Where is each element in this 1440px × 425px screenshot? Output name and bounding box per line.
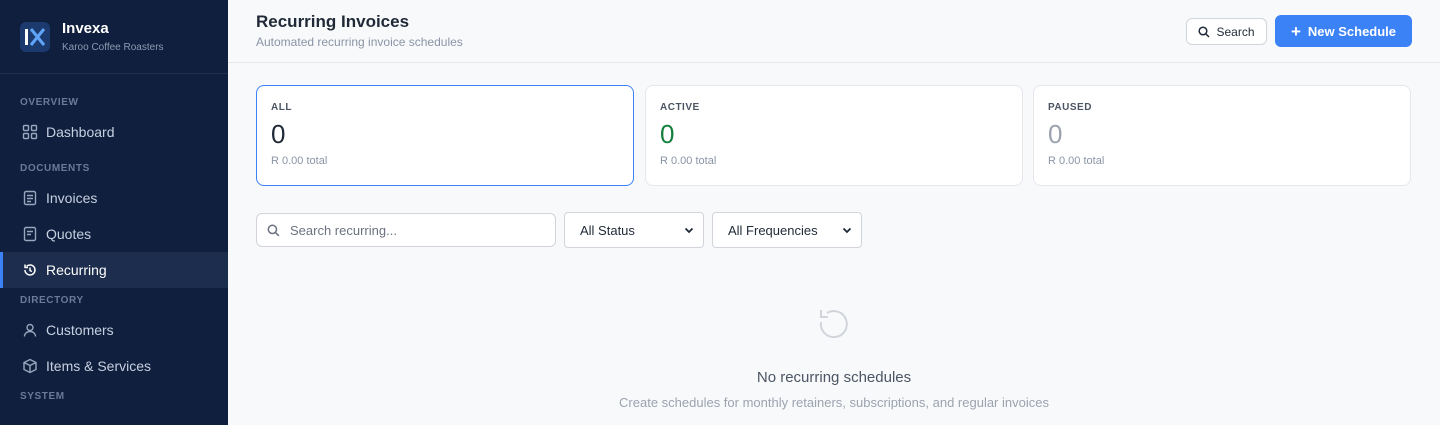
stat-label: ALL: [271, 102, 292, 113]
sidebar-item-label: Recurring: [46, 262, 107, 278]
sidebar-item-label: Dashboard: [46, 124, 115, 140]
sidebar-item-quotes[interactable]: Quotes: [0, 216, 228, 252]
quote-icon: [22, 226, 38, 242]
page-subtitle: Automated recurring invoice schedules: [256, 35, 463, 49]
stat-value: 0: [1048, 119, 1063, 149]
stat-card-all[interactable]: ALL 0 R 0.00 total: [256, 85, 634, 186]
empty-state-title: No recurring schedules: [756, 369, 912, 386]
brand[interactable]: Invexa Karoo Coffee Roasters: [0, 0, 228, 74]
document-icon: [22, 190, 38, 206]
company-name: Karoo Coffee Roasters: [62, 42, 164, 53]
chevron-down-icon: [683, 224, 695, 236]
new-schedule-label: New Schedule: [1307, 23, 1397, 39]
nav-section-directory: DIRECTORY: [20, 294, 84, 306]
sidebar-item-label: Quotes: [46, 226, 92, 242]
sidebar-item-dashboard[interactable]: Dashboard: [0, 114, 228, 150]
stat-label: ACTIVE: [660, 102, 700, 113]
sidebar-item-items-services[interactable]: Items & Services: [0, 348, 228, 384]
sidebar-item-customers[interactable]: Customers: [0, 312, 228, 348]
plus-icon: +: [1290, 21, 1301, 41]
stat-card-paused[interactable]: PAUSED 0 R 0.00 total: [1033, 85, 1411, 186]
nav-section-system: SYSTEM: [20, 390, 65, 402]
stat-total: R 0.00 total: [660, 155, 717, 167]
page-header: Recurring Invoices Automated recurring i…: [228, 0, 1440, 63]
search-icon: [267, 224, 280, 237]
empty-state: No recurring schedules Create schedules …: [228, 300, 1440, 410]
recurring-search-field[interactable]: [256, 213, 556, 247]
nav-section-overview: OVERVIEW: [20, 96, 79, 108]
stat-total: R 0.00 total: [271, 155, 328, 167]
recurring-search-input[interactable]: [290, 222, 540, 238]
box-icon: [22, 358, 38, 374]
user-icon: [22, 322, 38, 338]
frequency-filter-value: All Frequencies: [728, 222, 818, 238]
invexa-logo-icon: [20, 21, 50, 52]
chevron-down-icon: [841, 224, 853, 236]
refresh-icon: [228, 300, 1440, 350]
frequency-filter-select[interactable]: All Frequencies: [712, 212, 862, 248]
sidebar-item-invoices[interactable]: Invoices: [0, 180, 228, 216]
search-button[interactable]: Search: [1186, 18, 1267, 45]
sidebar-item-label: Customers: [46, 322, 114, 338]
sidebar-item-label: Invoices: [46, 190, 98, 206]
status-filter-select[interactable]: All Status: [564, 212, 704, 248]
stat-value: 0: [660, 119, 675, 149]
stat-value: 0: [271, 119, 286, 149]
sidebar-item-label: Items & Services: [46, 358, 152, 374]
stat-card-active[interactable]: ACTIVE 0 R 0.00 total: [645, 85, 1023, 186]
refresh-icon: [22, 262, 38, 278]
sidebar: Invexa Karoo Coffee Roasters OVERVIEW Da…: [0, 0, 228, 425]
stat-label: PAUSED: [1048, 102, 1092, 113]
grid-icon: [22, 124, 38, 140]
status-filter-value: All Status: [580, 222, 635, 238]
brand-name: Invexa: [62, 20, 109, 37]
page-title: Recurring Invoices: [256, 12, 410, 31]
sidebar-item-recurring[interactable]: Recurring: [0, 252, 228, 288]
empty-state-subtitle: Create schedules for monthly retainers, …: [619, 395, 1049, 410]
search-button-label: Search: [1216, 24, 1255, 39]
new-schedule-button[interactable]: + New Schedule: [1275, 15, 1412, 47]
nav-section-documents: DOCUMENTS: [20, 162, 90, 174]
search-icon: [1198, 25, 1211, 38]
stat-total: R 0.00 total: [1048, 155, 1105, 167]
